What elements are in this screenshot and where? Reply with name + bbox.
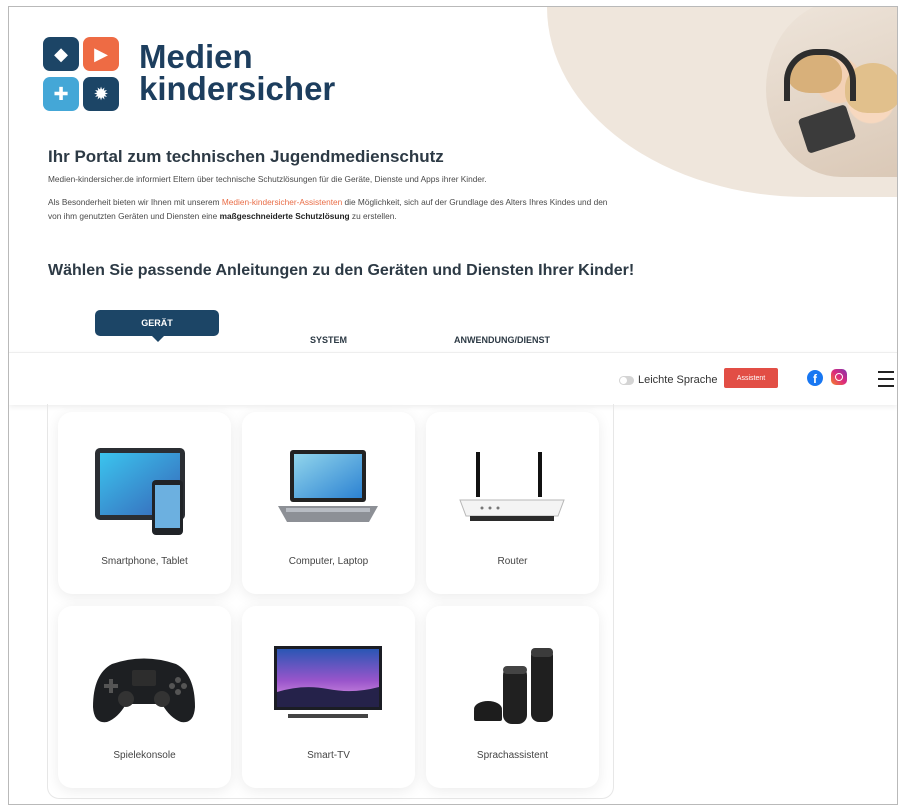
gear-icon: ✹	[83, 77, 119, 111]
tab-application-service[interactable]: ANWENDUNG/DIENST	[454, 335, 550, 345]
gamepad-logo-icon: ✚	[43, 77, 79, 111]
shield-icon: ◆	[43, 37, 79, 71]
logo-line-2: kindersicher	[139, 70, 336, 107]
page-frame: ◆ ▶ ✚ ✹ Medien kindersicher Ihr Portal z…	[8, 6, 898, 805]
tv-icon	[274, 646, 382, 718]
device-label: Spielekonsole	[113, 750, 176, 761]
tab-device[interactable]: GERÄT	[95, 310, 219, 342]
device-label: Computer, Laptop	[288, 556, 369, 567]
device-label: Smart-TV	[307, 750, 350, 761]
device-card-smartphone-tablet[interactable]: Smartphone, Tablet	[58, 412, 231, 594]
device-card-router[interactable]: Router	[426, 412, 599, 594]
page-title: Ihr Portal zum technischen Jugendmediens…	[48, 147, 444, 166]
sticky-toolbar: Leichte Sprache Assistent f	[9, 352, 897, 405]
laptop-icon	[278, 450, 378, 522]
tablet-in-photo	[797, 104, 857, 154]
site-logo[interactable]: ◆ ▶ ✚ ✹ Medien kindersicher	[43, 31, 336, 121]
gamepad-icon	[93, 658, 195, 723]
light-language-toggle[interactable]	[619, 376, 634, 385]
headphones-icon	[784, 49, 856, 101]
device-section-title: Wählen Sie passende Anleitungen zu den G…	[48, 262, 635, 279]
device-card-game-console[interactable]: Spielekonsole	[58, 606, 231, 788]
device-label: Sprachassistent	[476, 750, 549, 761]
device-card-grid: Smartphone, Tablet Computer, Laptop Rout…	[47, 404, 614, 799]
device-label: Smartphone, Tablet	[101, 556, 188, 567]
light-language-label[interactable]: Leichte Sprache	[638, 374, 718, 386]
device-label: Router	[497, 556, 528, 567]
facebook-icon[interactable]: f	[807, 370, 823, 386]
device-card-voice-assistant[interactable]: Sprachassistent	[426, 606, 599, 788]
logo-wordmark: Medien kindersicher	[139, 40, 336, 107]
device-card-smart-tv[interactable]: Smart-TV	[242, 606, 415, 788]
smart-speaker-icon	[474, 648, 553, 724]
instagram-icon[interactable]	[831, 369, 847, 385]
assistant-link[interactable]: Medien-kindersicher-Assistenten	[222, 197, 342, 207]
tab-system[interactable]: SYSTEM	[310, 335, 347, 345]
device-card-computer-laptop[interactable]: Computer, Laptop	[242, 412, 415, 594]
assistant-paragraph: Als Besonderheit bieten wir Ihnen mit un…	[48, 197, 608, 221]
hamburger-menu-icon[interactable]	[878, 371, 894, 387]
router-icon	[459, 452, 565, 521]
tablet-phone-icon	[95, 448, 185, 535]
play-icon: ▶	[83, 37, 119, 71]
assistant-button[interactable]: Assistent	[724, 368, 778, 388]
intro-paragraph: Medien-kindersicher.de informiert Eltern…	[48, 174, 487, 184]
